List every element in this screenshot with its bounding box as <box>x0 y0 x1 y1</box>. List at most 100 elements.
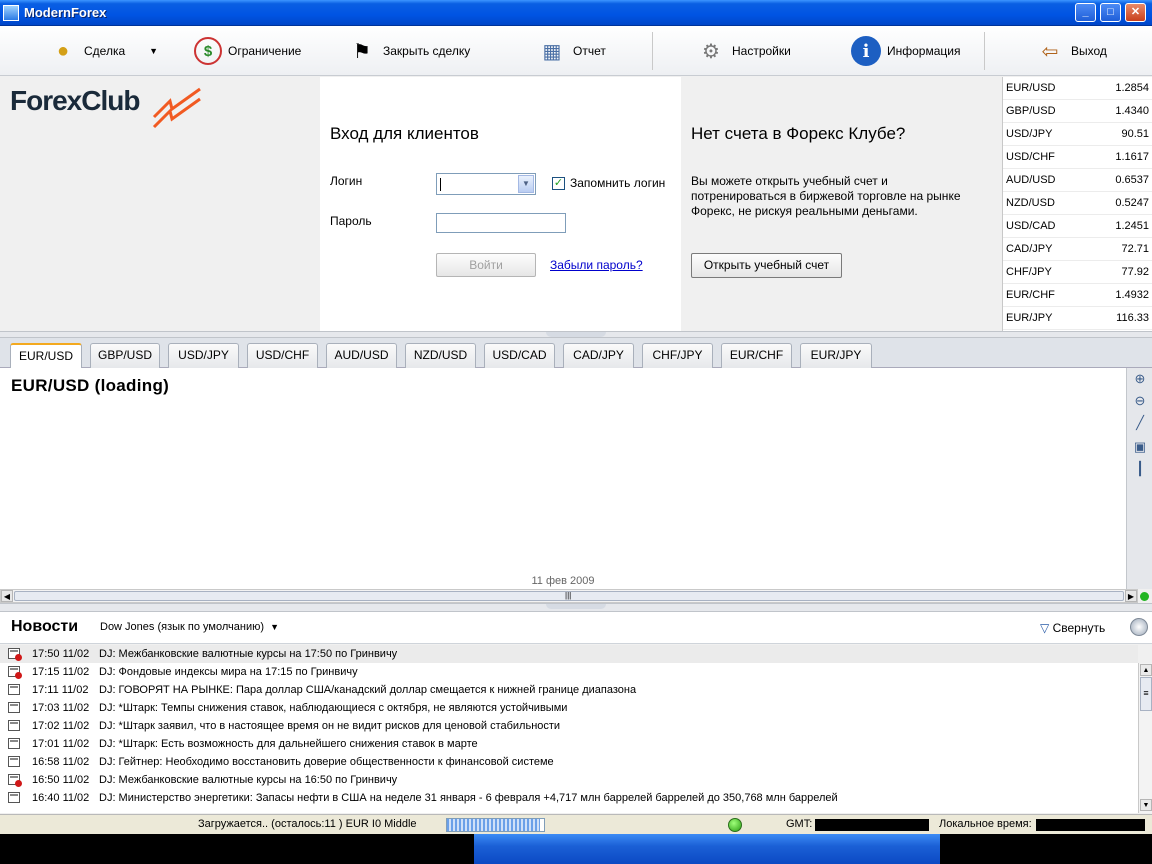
quote-row[interactable]: USD/CHF 1.1617 <box>1003 146 1152 169</box>
news-alert-icon <box>8 774 22 787</box>
open-demo-account-button[interactable]: Открыть учебный счет <box>691 253 842 278</box>
news-settings-icon[interactable] <box>1130 618 1148 636</box>
news-source-dropdown[interactable]: Dow Jones (язык по умолчанию) ▼ <box>100 621 279 633</box>
password-field[interactable] <box>436 213 566 233</box>
news-item[interactable]: 17:03 11/02 DJ: *Штарк: Темпы снижения ст… <box>0 699 1138 717</box>
scroll-up-icon[interactable]: ▲ <box>1140 664 1152 676</box>
quote-row[interactable]: AUD/USD 0.6537 <box>1003 169 1152 192</box>
zoom-out-icon[interactable]: ⊖ <box>1131 392 1149 410</box>
close-button[interactable]: ✕ <box>1125 3 1146 22</box>
tab-cad-jpy[interactable]: CAD/JPY <box>563 343 634 368</box>
close-deal-button[interactable]: ⚑ Закрыть сделку <box>347 34 470 68</box>
quote-row[interactable]: EUR/CHF 1.4932 <box>1003 284 1152 307</box>
info-button[interactable]: i Информация <box>851 34 960 68</box>
title-bar: ModernForex _ □ ✕ <box>0 0 1152 26</box>
quote-row[interactable]: EUR/USD 1.2854 <box>1003 77 1152 100</box>
scroll-right-icon[interactable]: ▶ <box>1125 590 1137 602</box>
settings-button[interactable]: ⚙ Настройки <box>696 34 791 68</box>
quote-row[interactable]: CAD/JPY 72.71 <box>1003 238 1152 261</box>
triangle-down-icon: ▽ <box>1040 621 1050 635</box>
news-headline: DJ: *Штарк заявил, что в настоящее время… <box>99 720 561 732</box>
tab-usd-chf[interactable]: USD/CHF <box>247 343 318 368</box>
quote-row[interactable]: EUR/JPY 116.33 <box>1003 307 1152 330</box>
maximize-button[interactable]: □ <box>1100 3 1121 22</box>
news-item[interactable]: 16:50 11/02 DJ: Межбанковские валютные ку… <box>0 771 1138 789</box>
tab-chf-jpy[interactable]: CHF/JPY <box>642 343 713 368</box>
draw-line-icon[interactable]: ╱ <box>1131 414 1149 432</box>
quote-rate: 1.4932 <box>1115 289 1149 301</box>
remember-login-checkbox[interactable]: ✓ <box>552 177 565 190</box>
news-list: 17:50 11/02 DJ: Межбанковские валютные ку… <box>0 645 1138 813</box>
exit-button[interactable]: ⇦ Выход <box>1035 34 1107 68</box>
info-label: Информация <box>887 44 961 58</box>
news-item[interactable]: 17:50 11/02 DJ: Межбанковские валютные ку… <box>0 645 1138 663</box>
login-title: Вход для клиентов <box>330 124 479 143</box>
tab-nzd-usd[interactable]: NZD/USD <box>405 343 476 368</box>
news-item[interactable]: 17:02 11/02 DJ: *Штарк заявил, что в наст… <box>0 717 1138 735</box>
forgot-password-link[interactable]: Забыли пароль? <box>550 258 643 272</box>
tab-eur-usd[interactable]: EUR/USD <box>10 343 82 369</box>
news-item[interactable]: 16:58 11/02 DJ: Гейтнер: Необходимо восст… <box>0 753 1138 771</box>
table-icon: ▦ <box>542 40 562 63</box>
chart-date: 11 фев 2009 <box>531 575 595 587</box>
connection-led-icon <box>728 818 742 832</box>
chart-horizontal-scrollbar[interactable]: ◀ ||| ▶ <box>0 589 1138 603</box>
remember-login-label: Запомнить логин <box>570 176 666 190</box>
zoom-in-icon[interactable]: ⊕ <box>1131 370 1149 388</box>
local-time-redacted <box>1036 819 1145 831</box>
candlestick-icon[interactable]: ┃ <box>1131 460 1149 478</box>
chart-type-icon[interactable]: ▣ <box>1131 438 1149 456</box>
news-item[interactable]: 17:11 11/02 DJ: ГОВОРЯТ НА РЫНКЕ: Пара до… <box>0 681 1138 699</box>
scroll-down-icon[interactable]: ▼ <box>1140 799 1152 811</box>
chart-area[interactable]: EUR/USD (loading) 11 фев 2009 <box>0 368 1126 589</box>
status-bar: Загружается.. (осталось:11 ) EUR I0 Midd… <box>0 814 1152 834</box>
news-headline: DJ: *Штарк: Темпы снижения ставок, наблю… <box>99 702 568 714</box>
collapse-label: Свернуть <box>1052 621 1106 635</box>
news-time: 16:50 11/02 <box>32 774 90 786</box>
tab-usd-jpy[interactable]: USD/JPY <box>168 343 239 368</box>
scroll-thumb[interactable]: ≡ <box>1140 677 1152 711</box>
tab-eur-chf[interactable]: EUR/CHF <box>721 343 792 368</box>
scroll-thumb[interactable]: ||| <box>14 591 1124 601</box>
limit-button[interactable]: $ Ограничение <box>194 34 301 68</box>
tab-aud-usd[interactable]: AUD/USD <box>326 343 397 368</box>
quote-row[interactable]: GBP/USD 1.4340 <box>1003 100 1152 123</box>
news-vertical-scrollbar[interactable]: ▲ ≡ ▼ <box>1138 663 1152 813</box>
news-item[interactable]: 17:01 11/02 DJ: *Штарк: Есть возможность … <box>0 735 1138 753</box>
scroll-left-icon[interactable]: ◀ <box>1 590 13 602</box>
news-item[interactable]: 17:15 11/02 DJ: Фондовые индексы мира на … <box>0 663 1138 681</box>
news-item[interactable]: 16:40 11/02 DJ: Министерство энергетики: … <box>0 789 1138 807</box>
login-panel: Вход для клиентов Логин ▼ ✓ Запомнить ло… <box>320 77 681 331</box>
splitter[interactable] <box>0 603 1152 612</box>
news-icon <box>8 702 20 713</box>
chevron-down-icon[interactable]: ▼ <box>518 175 534 193</box>
quote-rate: 0.6537 <box>1115 174 1149 186</box>
collapse-button[interactable]: ▽ Свернуть <box>1040 621 1105 635</box>
quote-row[interactable]: CHF/JPY 77.92 <box>1003 261 1152 284</box>
chevron-down-icon: ▼ <box>270 622 279 632</box>
toolbar-separator <box>984 32 985 70</box>
quote-rate: 1.2854 <box>1115 82 1149 94</box>
tab-eur-jpy[interactable]: EUR/JPY <box>800 343 872 368</box>
quote-pair: EUR/JPY <box>1006 312 1053 324</box>
report-button[interactable]: ▦ Отчет <box>537 34 606 68</box>
login-combobox[interactable]: ▼ <box>436 173 536 195</box>
chevron-down-icon[interactable]: ▼ <box>149 46 158 56</box>
door-exit-icon: ⇦ <box>1041 40 1059 63</box>
coins-icon: ● <box>56 39 70 62</box>
quotes-list: EUR/USD 1.2854 GBP/USD 1.4340 USD/JPY 90.51 US… <box>1002 77 1152 331</box>
deal-button[interactable]: ● Сделка ▼ <box>48 34 158 68</box>
taskbar <box>0 834 1152 864</box>
quote-row[interactable]: USD/CAD 1.2451 <box>1003 215 1152 238</box>
quote-rate: 116.33 <box>1116 312 1149 324</box>
quote-rate: 1.1617 <box>1115 151 1149 163</box>
quote-row[interactable]: USD/JPY 90.51 <box>1003 123 1152 146</box>
splitter[interactable] <box>0 331 1152 338</box>
minimize-button[interactable]: _ <box>1075 3 1096 22</box>
tab-usd-cad[interactable]: USD/CAD <box>484 343 555 368</box>
tab-gbp-usd[interactable]: GBP/USD <box>90 343 160 368</box>
quote-row[interactable]: NZD/USD 0.5247 <box>1003 192 1152 215</box>
taskbar-button[interactable] <box>474 834 940 864</box>
quote-pair: NZD/USD <box>1006 197 1055 209</box>
login-button[interactable]: Войти <box>436 253 536 277</box>
